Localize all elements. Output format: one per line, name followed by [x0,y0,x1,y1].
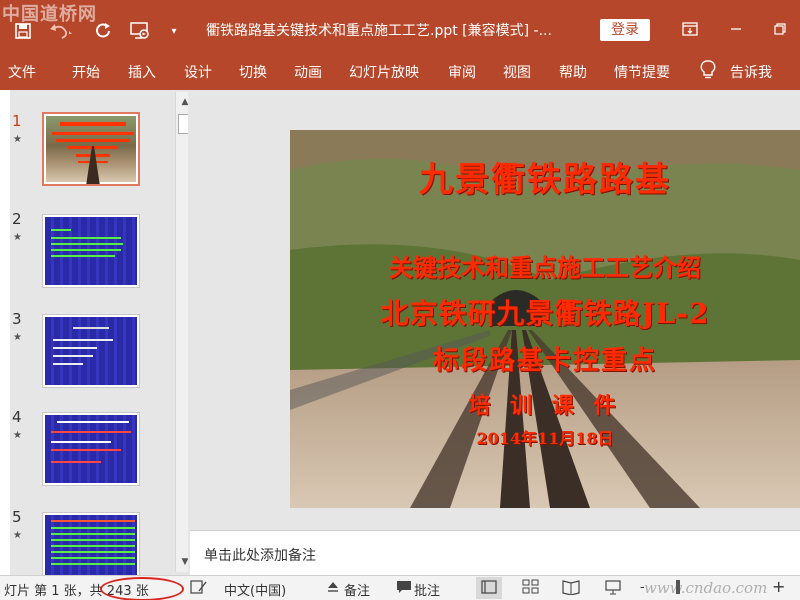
powerpoint-window: 中国道桥网 ▾ 衢铁路路基关键技术和重点施工工艺.ppt [兼容模式] -...… [0,0,800,600]
animation-star-icon: ★ [13,232,22,243]
tab-transitions[interactable]: 切换 [239,62,267,82]
thumbnail-scrollbar[interactable]: ▲ ▼ [175,92,188,572]
animation-star-icon: ★ [13,134,22,145]
notes-toggle-button[interactable]: 备注 [344,580,370,599]
slide-subtitle: 培 训 课 件 [468,393,622,419]
tab-animations[interactable]: 动画 [294,62,322,82]
highlight-circle [100,577,184,600]
thumbnail-slide-3[interactable] [42,314,140,388]
normal-view-icon[interactable] [476,577,502,599]
thumbnail-slide-4[interactable] [42,412,140,486]
minimize-icon[interactable] [716,16,756,42]
tab-home[interactable]: 开始 [72,62,100,82]
animation-star-icon: ★ [13,530,22,541]
customize-icon[interactable]: ▾ [166,18,182,44]
reading-view-icon[interactable] [562,579,580,599]
thumbnail-image [45,317,137,385]
slide-title-line-4: 标段路基卡控重点 [432,346,657,376]
status-bar: 灯片 第 1 张，共 243 张 中文(中国) 备注 批注 - www.cnda… [0,575,800,600]
tab-storyboarding[interactable]: 情节提要 [614,62,670,82]
current-slide[interactable]: 九景衢铁路路基 关键技术和重点施工工艺介绍 北京铁研九景衢铁路JL-2 标段路基… [290,130,800,508]
thumbnail-image [46,116,136,184]
thumb-number: 3 [12,310,22,328]
left-edge-strip [0,90,10,575]
undo-icon[interactable] [46,18,76,44]
slide-title-line-2: 关键技术和重点施工工艺介绍 [389,253,701,282]
notes-placeholder[interactable]: 单击此处添加备注 [204,545,316,565]
animation-star-icon: ★ [13,430,22,441]
tab-view[interactable]: 视图 [503,62,531,82]
comments-button[interactable]: 批注 [414,580,440,599]
login-button[interactable]: 登录 [600,19,650,41]
language-indicator[interactable]: 中文(中国) [224,580,286,599]
title-bar: 中国道桥网 ▾ 衢铁路路基关键技术和重点施工工艺.ppt [兼容模式] -...… [0,0,800,56]
thumb-number: 2 [12,210,22,228]
tab-design[interactable]: 设计 [184,62,212,82]
slide-thumbnail-pane: 1 ★ 2 ★ 3 ★ 4 ★ 5 ★ ▲ ▼ [10,90,188,575]
animation-star-icon: ★ [13,332,22,343]
thumbnail-image [45,415,137,483]
zoom-slider-thumb[interactable] [676,580,680,594]
slide-title-line-1: 九景衢铁路路基 [419,160,671,200]
redo-icon[interactable] [92,18,114,44]
scrollbar-thumb[interactable] [178,114,188,134]
comments-icon[interactable] [396,580,412,598]
scroll-down-icon[interactable]: ▼ [176,554,188,570]
slide-sorter-icon[interactable] [522,579,540,599]
tell-me-search[interactable]: 告诉我 [730,62,772,82]
thumbnail-slide-2[interactable] [42,214,140,288]
present-icon[interactable] [128,18,154,44]
ribbon-options-icon[interactable] [670,16,710,42]
thumb-number: 1 [12,112,22,130]
notes-pane[interactable]: 单击此处添加备注 [190,530,800,575]
tab-help[interactable]: 帮助 [559,62,587,82]
thumbnail-slide-1[interactable] [42,112,140,186]
notes-toggle-icon[interactable] [326,580,340,598]
spellcheck-icon[interactable] [190,579,208,599]
thumbnail-slide-5[interactable] [42,512,140,575]
zoom-in-button[interactable]: + [772,577,785,596]
thumbnail-image [45,515,137,575]
save-icon[interactable] [12,18,34,44]
document-title: 衢铁路路基关键技术和重点施工工艺.ppt [兼容模式] -... [206,23,552,39]
slide-date: 2014年11月18日 [476,429,614,448]
thumb-number: 4 [12,408,22,426]
slide-editor: 九景衢铁路路基 关键技术和重点施工工艺介绍 北京铁研九景衢铁路JL-2 标段路基… [190,90,800,530]
tab-insert[interactable]: 插入 [128,62,156,82]
tab-slideshow[interactable]: 幻灯片放映 [349,62,419,82]
tab-review[interactable]: 审阅 [448,62,476,82]
tab-file[interactable]: 文件 [8,62,36,82]
restore-icon[interactable] [760,16,800,42]
scroll-up-icon[interactable]: ▲ [176,94,188,110]
thumbnail-image [45,217,137,285]
watermark-url: www.cndao.com [644,579,768,597]
slideshow-icon[interactable] [604,579,622,599]
ribbon-tabs: 文件 开始 插入 设计 切换 动画 幻灯片放映 审阅 视图 帮助 情节提要 告诉… [0,56,800,90]
lightbulb-icon[interactable] [700,60,716,84]
thumb-number: 5 [12,508,22,526]
slide-title-line-3: 北京铁研九景衢铁路JL-2 [380,297,710,330]
